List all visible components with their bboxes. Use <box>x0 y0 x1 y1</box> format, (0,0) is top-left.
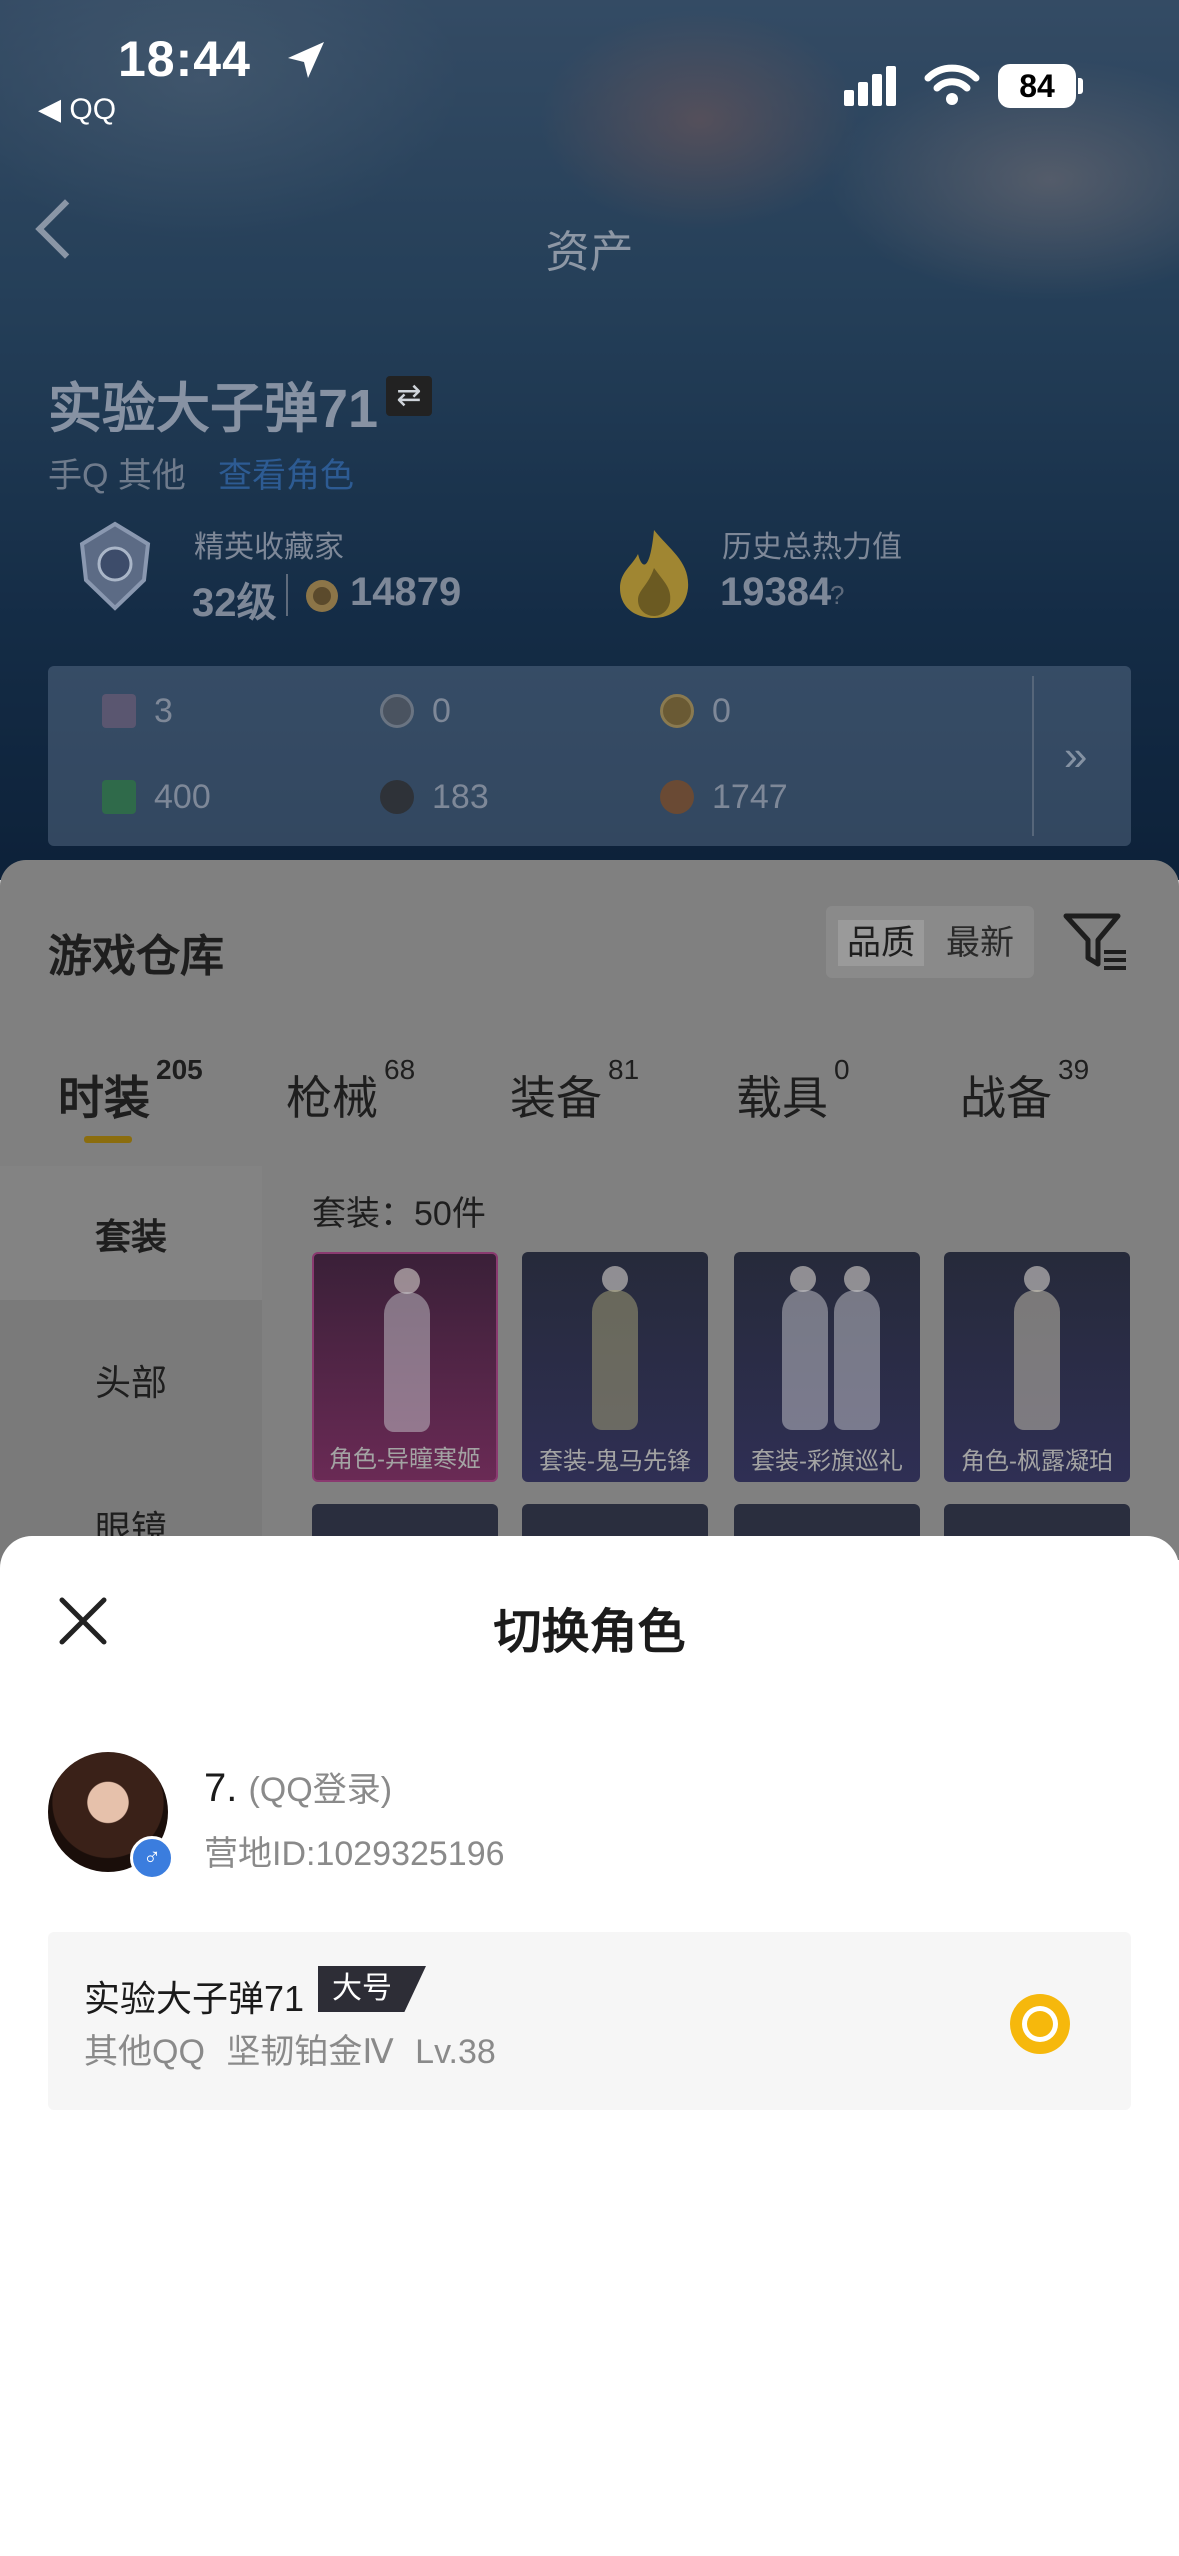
role-subtitle-link[interactable]: 查看角色 <box>218 448 354 497</box>
tab-weapons[interactable]: 枪械68 <box>286 1054 415 1128</box>
role-option-name: 实验大子弹71 <box>84 1978 305 2019</box>
orb-icon <box>380 780 414 814</box>
item-card-label: 角色-枫露凝珀 <box>961 1448 1113 1475</box>
category-suits[interactable]: 套装 <box>0 1208 262 1260</box>
filter-icon[interactable] <box>1062 912 1128 972</box>
signal-icon <box>844 66 896 106</box>
male-gender-icon: ♂ <box>130 1836 174 1880</box>
coin-s-icon <box>380 694 414 728</box>
sheet-title: 切换角色 <box>493 1606 686 1659</box>
panel-divider <box>1032 676 1034 836</box>
role-name: 实验大子弹71 <box>48 379 379 439</box>
category-head[interactable]: 头部 <box>0 1354 262 1406</box>
account-id: 营地ID:1029325196 <box>204 1835 505 1873</box>
collector-points: 14879 <box>350 570 462 614</box>
login-type: (QQ登录) <box>248 1771 393 1809</box>
card-icon <box>102 694 136 728</box>
heat-label: 历史总热力值 <box>722 531 902 564</box>
resource-value: 183 <box>432 778 489 816</box>
resource-value: 1747 <box>712 778 788 816</box>
back-to-app-link[interactable]: ◀ QQ <box>38 92 116 127</box>
collector-label: 精英收藏家 <box>194 531 344 564</box>
page-title: 资产 <box>545 228 634 277</box>
item-card[interactable]: 套装-彩旗巡礼 <box>734 1252 920 1482</box>
bronze-icon <box>660 780 694 814</box>
swap-role-icon[interactable]: ⇄ <box>386 376 432 416</box>
sort-quality-button[interactable]: 品质 <box>838 920 924 966</box>
location-arrow-icon <box>288 42 324 78</box>
stat-divider <box>286 574 288 616</box>
selected-radio-dot <box>1022 2006 1058 2042</box>
role-option-details: 其他QQ 坚韧铂金Ⅳ Lv.38 <box>84 2033 496 2071</box>
tab-fashion[interactable]: 时装205 <box>58 1054 203 1128</box>
account-name: 7. (QQ登录) <box>204 1766 393 1810</box>
item-count: 套装：50件 <box>312 1195 486 1233</box>
points-coin-icon <box>306 580 338 612</box>
battery-indicator: 84 <box>998 64 1076 108</box>
item-card-label: 套装-鬼马先锋 <box>539 1448 691 1475</box>
tab-supplies[interactable]: 战备39 <box>960 1054 1089 1128</box>
cash-icon <box>102 780 136 814</box>
item-card-label: 套装-彩旗巡礼 <box>751 1448 903 1475</box>
resource-value: 0 <box>712 692 731 730</box>
resources-panel <box>48 666 1131 846</box>
sort-latest-button[interactable]: 最新 <box>934 920 1026 966</box>
role-subtitle: 手Q 其他 <box>48 457 186 495</box>
more-resources-icon[interactable]: » <box>1064 732 1087 780</box>
battery-tip <box>1078 78 1083 94</box>
inventory-title: 游戏仓库 <box>48 932 224 981</box>
item-card-label: 角色-异瞳寒姬 <box>329 1446 481 1473</box>
collector-medal-icon <box>79 521 151 611</box>
help-icon[interactable]: ? <box>830 580 844 611</box>
tab-vehicles[interactable]: 载具0 <box>736 1054 850 1128</box>
status-time: 18:44 <box>118 31 251 87</box>
wifi-icon <box>924 64 980 105</box>
coin-a-icon <box>660 694 694 728</box>
flame-icon <box>620 530 689 618</box>
tab-equipment[interactable]: 装备81 <box>510 1054 639 1128</box>
heat-value: 19384 <box>720 570 832 614</box>
item-card[interactable]: 套装-鬼马先锋 <box>522 1252 708 1482</box>
resource-value: 3 <box>154 692 173 730</box>
active-tab-indicator <box>84 1136 132 1143</box>
item-card[interactable]: 角色-枫露凝珀 <box>944 1252 1130 1482</box>
collector-level: 32级 <box>192 581 277 625</box>
resource-value: 0 <box>432 692 451 730</box>
resource-value: 400 <box>154 778 211 816</box>
item-card[interactable]: 角色-异瞳寒姬 <box>312 1252 498 1482</box>
